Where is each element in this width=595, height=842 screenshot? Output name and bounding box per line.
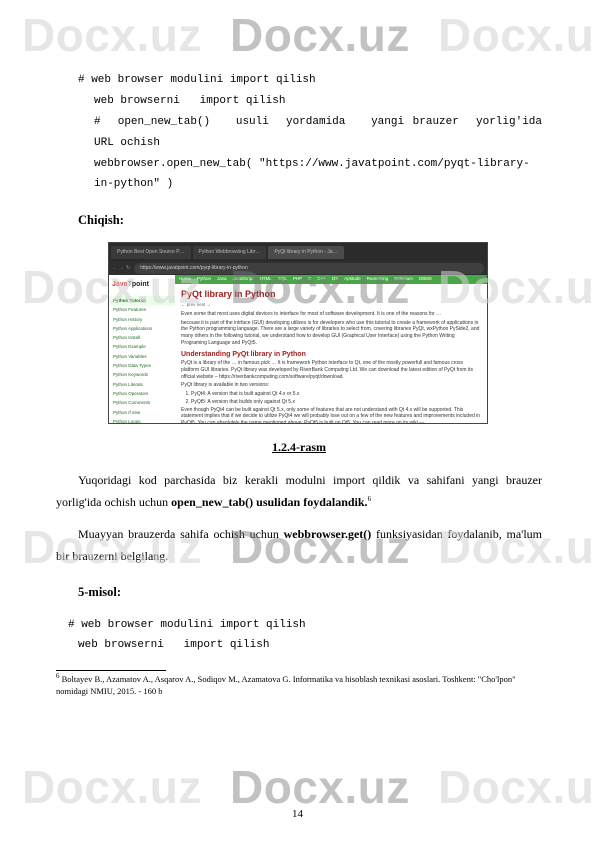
browser-addressbar: ← → ↻ https://www.javatpoint.com/pyqt-li…: [109, 261, 487, 275]
watermark: Docx.uz: [230, 8, 410, 62]
browser-tab[interactable]: Python Webbrowsing Libr…: [193, 246, 267, 259]
sidebar-item[interactable]: Python Keywords: [109, 371, 175, 380]
bold-text: webbrowser.get(): [284, 527, 372, 541]
footnote-ref: 6: [368, 495, 372, 503]
heading-misol: 5-misol:: [78, 581, 542, 604]
list-item: PyQt5: A version that builds only agains…: [191, 399, 481, 406]
watermark: Docx.uz: [438, 760, 595, 814]
browser-screenshot: Python Best Open Source P… Python Webbro…: [108, 242, 488, 424]
nav-item[interactable]: Home: [179, 275, 191, 283]
logo-text: Java: [112, 281, 128, 288]
article-text: Even some that most uses digital devices…: [181, 311, 481, 318]
article-text: Even though PyQt4 can be built against Q…: [181, 407, 481, 425]
article-subtitle: Understanding PyQt library in Python: [181, 350, 481, 359]
sidebar-item[interactable]: Python Applications: [109, 324, 175, 333]
code-line: # web browser modulini import qilish: [78, 70, 542, 91]
nav-back-icon[interactable]: ←: [112, 264, 117, 273]
sidebar-item[interactable]: Python Comments: [109, 399, 175, 408]
watermark: Docx.uz: [230, 760, 410, 814]
code-line: # open_new_tab() usuli yordamida yangi b…: [94, 112, 542, 154]
nav-item[interactable]: C++: [317, 275, 326, 283]
nav-forward-icon[interactable]: →: [119, 264, 124, 273]
code-line: web browserni import qilish: [78, 635, 542, 656]
article-text: PyQt library is available in two version…: [181, 382, 481, 389]
nav-item[interactable]: Java: [217, 275, 227, 283]
browser-tabbar: Python Best Open Source P… Python Webbro…: [109, 243, 487, 261]
url-field[interactable]: https://www.javatpoint.com/pyqt-library-…: [134, 263, 484, 274]
list-item: PyQt4: A version that is built against Q…: [191, 391, 481, 398]
nav-item[interactable]: Reasoning: [367, 275, 389, 283]
watermark: Docx.uz: [22, 8, 202, 62]
page-number: 14: [0, 808, 595, 820]
nav-item[interactable]: JavaScript: [233, 275, 254, 283]
nav-item[interactable]: DS: [332, 275, 338, 283]
paragraph: Yuqoridagi kod parchasida biz kerakli mo…: [56, 469, 542, 513]
footnote: 6 Boltayev B., Azamatov A., Asqarov A., …: [56, 674, 542, 698]
nav-item[interactable]: HTML: [260, 275, 272, 283]
sidebar-item[interactable]: Python If else: [109, 408, 175, 417]
sidebar-item[interactable]: Python Tutorial: [109, 296, 175, 305]
nav-item[interactable]: PHP: [293, 275, 302, 283]
logo-text: point: [132, 281, 149, 288]
document-body: # web browser modulini import qilish web…: [56, 70, 542, 698]
site-content: JavaTpoint Python Tutorial Python Featur…: [109, 275, 487, 423]
code-line: web browserni import qilish: [94, 91, 542, 112]
browser-tab-active[interactable]: PyQt library in Python - Ja…: [268, 246, 343, 259]
sidebar-item[interactable]: Python Data Types: [109, 362, 175, 371]
code-line: webbrowser.open_new_tab( "https://www.ja…: [94, 154, 542, 196]
article: PyQt library in Python ← prev next → Eve…: [175, 284, 487, 425]
site-sidebar: JavaTpoint Python Tutorial Python Featur…: [109, 275, 175, 423]
article-text: PyQt is a library of the … in famous pic…: [181, 360, 481, 380]
nav-item[interactable]: DBMS: [419, 275, 432, 283]
sidebar-item[interactable]: Python Loops: [109, 417, 175, 424]
sidebar-item[interactable]: Python Operators: [109, 390, 175, 399]
nav-item[interactable]: SQL: [278, 275, 287, 283]
prev-next[interactable]: ← prev next →: [181, 302, 211, 307]
code-line: # web browser modulini import qilish: [68, 615, 542, 636]
site-logo[interactable]: JavaTpoint: [109, 277, 175, 296]
footnote-separator: [56, 670, 166, 671]
paragraph-text: Muayyan brauzerda sahifa ochish uchun: [78, 527, 284, 541]
sidebar-item[interactable]: Python Example: [109, 343, 175, 352]
reload-icon[interactable]: ↻: [126, 264, 130, 273]
nav-item[interactable]: Selenium: [394, 275, 413, 283]
browser-tab[interactable]: Python Best Open Source P…: [111, 246, 191, 259]
footnote-text: Boltayev B., Azamatov A., Asqarov A., So…: [56, 674, 516, 696]
nav-item[interactable]: Python: [197, 275, 211, 283]
article-title: PyQt library in Python: [181, 288, 481, 300]
heading-chiqish: Chiqish:: [78, 209, 542, 232]
sidebar-item[interactable]: Python Features: [109, 306, 175, 315]
site-topnav: Home Python Java JavaScript HTML SQL PHP…: [175, 275, 487, 283]
sidebar-item[interactable]: Python Literals: [109, 380, 175, 389]
sidebar-item[interactable]: Python Variables: [109, 352, 175, 361]
nav-item[interactable]: Aptitude: [344, 275, 361, 283]
nav-item[interactable]: C: [308, 275, 311, 283]
watermark: Docx.uz: [438, 8, 595, 62]
bold-text: open_new_tab() usulidan foydalandik.: [171, 495, 367, 509]
figure-caption: 1.2.4-rasm: [56, 436, 542, 458]
sidebar-item[interactable]: Python Install: [109, 334, 175, 343]
watermark: Docx.uz: [22, 760, 202, 814]
site-main: Home Python Java JavaScript HTML SQL PHP…: [175, 275, 487, 423]
sidebar-item[interactable]: Python History: [109, 315, 175, 324]
paragraph: Muayyan brauzerda sahifa ochish uchun we…: [56, 523, 542, 567]
article-text: becouse it is part of the intrface (GUI)…: [181, 320, 481, 347]
breadcrumb: ← prev next →: [181, 302, 481, 308]
